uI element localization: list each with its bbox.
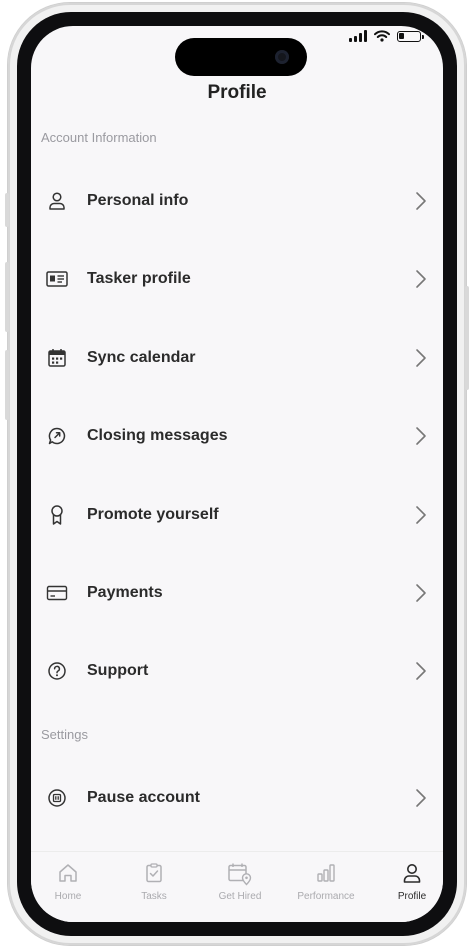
award-ribbon-icon	[46, 504, 68, 526]
person-icon	[46, 190, 68, 212]
menu-item-promote-yourself[interactable]: Promote yourself	[31, 487, 443, 543]
side-button-power	[465, 286, 469, 390]
calendar-icon	[46, 347, 68, 369]
clipboard-check-icon	[119, 862, 189, 886]
menu-item-support[interactable]: Support	[31, 643, 443, 699]
home-icon	[33, 862, 103, 886]
menu-item-tasker-profile[interactable]: Tasker profile	[31, 251, 443, 307]
signal-icon	[349, 30, 367, 42]
tab-performance[interactable]: Performance	[291, 862, 361, 902]
menu-item-pause-account[interactable]: Pause account	[31, 770, 443, 826]
menu-item-label: Personal info	[87, 192, 189, 209]
tab-label: Profile	[397, 891, 427, 902]
tab-label: Performance	[297, 891, 355, 902]
tab-label: Home	[54, 891, 82, 902]
menu-item-label: Support	[87, 662, 149, 679]
id-card-icon	[46, 268, 68, 290]
menu-item-label: Promote yourself	[87, 506, 219, 523]
page-title: Profile	[207, 82, 267, 103]
tab-label: Tasks	[141, 891, 167, 902]
menu-item-label: Tasker profile	[87, 270, 191, 287]
dynamic-island	[175, 38, 307, 76]
side-button-action	[5, 193, 9, 227]
chevron-right-icon	[416, 349, 426, 367]
battery-icon	[397, 30, 424, 42]
camera-lens	[275, 50, 289, 64]
tab-tasks[interactable]: Tasks	[119, 862, 189, 902]
chevron-right-icon	[416, 192, 426, 210]
status-bar-icons	[349, 27, 424, 45]
tab-profile[interactable]: Profile	[377, 862, 443, 902]
question-circle-icon	[46, 660, 68, 682]
menu-item-label: Sync calendar	[87, 349, 196, 366]
menu-item-label: Payments	[87, 584, 163, 601]
side-button-volume-up	[5, 262, 9, 332]
section-label-settings: Settings	[41, 727, 88, 742]
bottom-tab-bar: Home Tasks Get Hired Performance Profile	[31, 851, 443, 922]
tab-home[interactable]: Home	[33, 862, 103, 902]
menu-item-label: Pause account	[87, 789, 200, 806]
chevron-right-icon	[416, 789, 426, 807]
chevron-right-icon	[416, 270, 426, 288]
calendar-location-icon	[205, 862, 275, 886]
chat-bubble-icon	[46, 425, 68, 447]
wifi-icon	[374, 30, 390, 42]
menu-item-payments[interactable]: Payments	[31, 565, 443, 621]
screen: Profile Account Information Personal inf…	[31, 26, 443, 922]
tab-label: Get Hired	[218, 891, 262, 902]
tab-get-hired[interactable]: Get Hired	[205, 862, 275, 902]
menu-item-closing-messages[interactable]: Closing messages	[31, 408, 443, 464]
chevron-right-icon	[416, 506, 426, 524]
menu-item-personal-info[interactable]: Personal info	[31, 173, 443, 229]
menu-item-label: Closing messages	[87, 427, 228, 444]
chevron-right-icon	[416, 662, 426, 680]
chevron-right-icon	[416, 584, 426, 602]
section-label-account: Account Information	[41, 130, 157, 145]
bar-chart-icon	[291, 862, 361, 886]
pause-circle-icon	[46, 787, 68, 809]
side-button-volume-down	[5, 350, 9, 420]
menu-item-sync-calendar[interactable]: Sync calendar	[31, 330, 443, 386]
credit-card-icon	[46, 582, 68, 604]
chevron-right-icon	[416, 427, 426, 445]
person-icon	[377, 862, 443, 886]
